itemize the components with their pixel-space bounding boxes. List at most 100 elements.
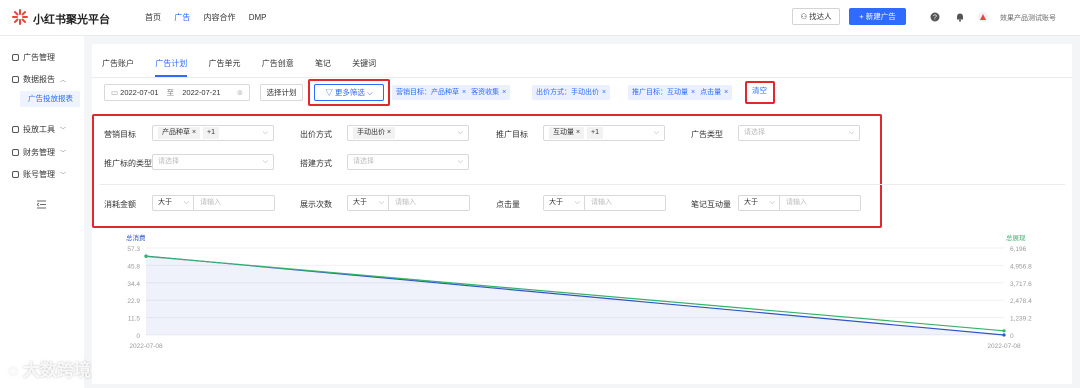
operator-value: 大于 (158, 199, 172, 206)
close-icon[interactable]: × (602, 89, 606, 96)
ad-type-select[interactable]: 请选择 ⌵ (738, 125, 860, 141)
close-icon[interactable]: × (724, 89, 728, 96)
date-start: 2022-07-01 (120, 88, 159, 97)
sidebar-item-account[interactable]: 账号管理 ﹀ (12, 169, 66, 180)
chevron-down-icon: ⌵ (262, 129, 268, 136)
tab-ad-creative[interactable]: 广告创意 (262, 58, 294, 75)
more-filter-label: 更多筛选 (334, 88, 365, 97)
nav-content[interactable]: 内容合作 (203, 13, 235, 22)
filter-label: 点击量 (496, 200, 520, 209)
chip-label: 出价方式： (536, 89, 571, 96)
operator-value: 大于 (744, 199, 758, 206)
engagement-operator-select[interactable]: 大于 ⌵ (738, 195, 780, 211)
sidebar-label: 财务管理 (23, 148, 55, 157)
tag-text: 互动量 (553, 129, 574, 136)
find-person-label: 找达人 (809, 12, 832, 21)
chevron-down-icon: ⌵ (183, 199, 189, 206)
select-tag: 手动出价 × (353, 127, 396, 139)
y-tick-label-left: 57.3 (127, 246, 140, 253)
tool-icon (12, 126, 19, 133)
chevron-down-icon: ⌵ (457, 129, 463, 136)
nav-home[interactable]: 首页 (145, 13, 161, 22)
spend-input[interactable]: 请输入 (194, 195, 275, 211)
account-icon (12, 171, 19, 178)
close-icon[interactable]: × (462, 89, 466, 96)
tab-ad-unit[interactable]: 广告单元 (208, 58, 240, 75)
engagement-input[interactable]: 请输入 (780, 195, 861, 211)
y-tick-label-right: 6,196 (1010, 246, 1027, 253)
promotion-goal-select[interactable]: 互动量 × +1 ⌵ (543, 125, 665, 141)
sidebar-item-tools[interactable]: 投放工具 ﹀ (12, 124, 66, 135)
build-method-select[interactable]: 请选择 ⌵ (347, 154, 469, 170)
sidebar-item-ad-management[interactable]: 广告管理 (12, 52, 55, 63)
tag-text: 产品种草 (162, 129, 190, 136)
chevron-up-icon: ︿ (60, 78, 67, 84)
finance-icon (12, 149, 19, 156)
bell-icon[interactable] (955, 12, 965, 22)
filter-chip-marketing: 营销目标：产品种草 × 客资收集 × (392, 85, 511, 100)
chevron-down-icon: ﹀ (60, 151, 67, 157)
watermark-text: 大数跨境 (22, 361, 91, 380)
sidebar-item-data-report[interactable]: 数据报告 ︿ (12, 74, 66, 85)
spend-operator-select[interactable]: 大于 ⌵ (152, 195, 194, 211)
ad-icon (12, 54, 19, 61)
chevron-down-icon: ⌵ (653, 129, 659, 136)
date-separator: 至 (166, 88, 175, 97)
sidebar-item-finance[interactable]: 财务管理 ﹀ (12, 147, 66, 158)
chip-value: 互动量 (667, 89, 688, 96)
y-tick-label-right: 1,239.2 (1010, 316, 1032, 323)
more-filter-button[interactable]: ▽ 更多筛选 ⌵ (314, 84, 384, 101)
select-more-tag: +1 (203, 127, 220, 139)
chevron-down-icon: ⌵ (848, 129, 854, 136)
nav-dmp[interactable]: DMP (249, 13, 267, 22)
close-icon[interactable]: × (502, 89, 506, 96)
filter-label: 笔记互动量 (691, 200, 731, 209)
target-type-select[interactable]: 请选择 ⌵ (152, 154, 274, 170)
x-tick-label: 2022-07-08 (987, 343, 1021, 350)
select-tag: 互动量 × (549, 127, 585, 139)
tab-ad-plan[interactable]: 广告计划 (155, 58, 188, 77)
tab-ad-account[interactable]: 广告账户 (102, 58, 134, 75)
tab-keywords[interactable]: 关键词 (352, 58, 376, 75)
date-end: 2022-07-21 (182, 88, 221, 97)
y-tick-label-left: 11.5 (128, 316, 141, 323)
chip-label: 营销目标： (396, 89, 431, 96)
y-tick-label-left: 0 (136, 333, 140, 340)
select-more-tag: +1 (587, 127, 604, 139)
sidebar: 广告管理 数据报告 ︿ (0, 36, 84, 388)
operator-value: 大于 (353, 199, 367, 206)
marketing-goal-select[interactable]: 产品种草 × +1 ⌵ (152, 125, 274, 141)
left-axis-label: 总消费 (126, 234, 146, 242)
find-person-button[interactable]: ⚇ 找达人 (792, 8, 840, 25)
filter-label: 营销目标 (104, 130, 136, 139)
clicks-input[interactable]: 请输入 (585, 195, 666, 211)
y-tick-label-right: 4,956.8 (1010, 263, 1032, 270)
chart-panel: 57.3 45.8 34.4 22.9 11.5 0 6,196 4,956.8 3,717.6… (92, 233, 1072, 384)
filter-label: 推广标的类型 (104, 159, 152, 168)
nav-ads[interactable]: 广告 (174, 13, 190, 22)
clicks-operator-select[interactable]: 大于 ⌵ (543, 195, 585, 211)
date-range-picker[interactable]: ▭ 2022-07-01 至 2022-07-21 ⊗ (104, 84, 250, 101)
filter-label: 搭建方式 (300, 159, 332, 168)
impressions-operator-select[interactable]: 大于 ⌵ (347, 195, 389, 211)
clear-date-icon[interactable]: ⊗ (237, 85, 243, 100)
account-name[interactable]: 效果产品测试账号 (1000, 13, 1056, 23)
watermark-logo-icon: ◌ (8, 361, 23, 380)
clear-filters-link[interactable]: 清空 (752, 85, 767, 96)
close-icon[interactable]: × (691, 89, 695, 96)
logo-icon (12, 9, 28, 25)
collapse-sidebar-icon[interactable] (37, 200, 46, 209)
chevron-down-icon: ⌵ (457, 158, 463, 165)
bid-method-select[interactable]: 手动出价 × ⌵ (347, 125, 469, 141)
new-ad-button[interactable]: + 新建广告 (849, 8, 906, 25)
help-icon[interactable]: ? (930, 12, 940, 22)
tab-notes[interactable]: 笔记 (315, 58, 331, 75)
impressions-input[interactable]: 请输入 (389, 195, 470, 211)
watermark: ◌ 大数跨境 (8, 356, 91, 381)
chip-value: 手动出价 (571, 89, 599, 96)
avatar-icon[interactable] (978, 12, 988, 22)
chevron-down-icon: ⌵ (364, 88, 373, 97)
select-plan-button[interactable]: 选择计划 (260, 84, 303, 101)
y-tick-label-left: 22.9 (127, 298, 140, 305)
sidebar-item-ad-report[interactable]: 广告投放报表 (20, 91, 80, 107)
